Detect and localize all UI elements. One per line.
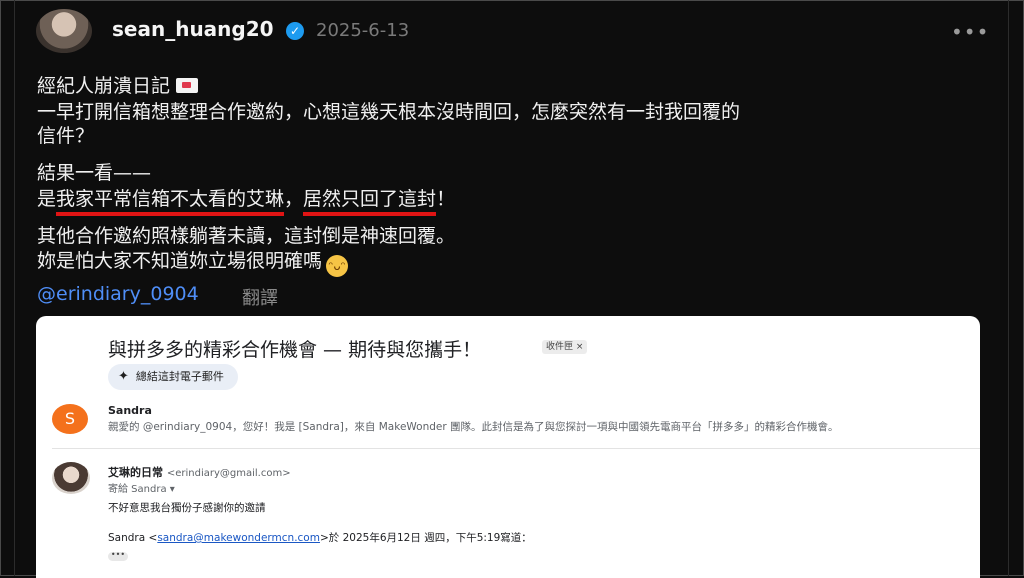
post-line-5-mid: ， (284, 188, 304, 210)
highlight-underline-2: 居然只回了這封 (303, 188, 437, 216)
translate-button[interactable]: 翻譯 (242, 284, 278, 310)
verified-check-icon: ✓ (286, 22, 304, 40)
more-horizontal-icon[interactable]: ••• (951, 20, 989, 44)
reply-recipient-dropdown[interactable]: 寄給 Sandra ▾ (108, 480, 175, 495)
email-screenshot: 與拼多多的精彩合作機會 — 期待與您攜手！ 收件匣 × ✦ 總結這封電子郵件 S … (36, 316, 980, 578)
reply-sender-address: <erindiary@gmail.com> (166, 468, 291, 479)
mention-link[interactable]: @erindiary_0904 (37, 283, 199, 305)
sender-avatar: S (52, 404, 88, 434)
post-date: 2025-6-13 (316, 20, 410, 41)
quote-name: Sandra < (108, 532, 158, 544)
quoted-header: Sandra <sandra@makewondermcn.com>於 2025年… (108, 530, 532, 545)
post-line-7: 妳是怕大家不知道妳立場很明確嗎 ᵔᴗᵔ (37, 246, 349, 277)
reply-sender-avatar (52, 462, 90, 494)
right-border (1008, 0, 1009, 576)
summarize-label: 總結這封電子郵件 (135, 370, 224, 383)
sparkle-icon: ✦ (118, 369, 129, 384)
quote-rest: >於 2025年6月12日 週四，下午5:19寫道： (319, 532, 532, 544)
first-message-sender: Sandra (108, 404, 152, 417)
post-line-2: 一早打開信箱想整理合作邀約，心想這幾天根本沒時間回，怎麼突然有一封我回覆的 (37, 101, 741, 123)
post-line-4: 結果一看—— (37, 162, 152, 184)
reply-sender-name: 艾琳的日常 (108, 466, 163, 479)
inbox-label-chip[interactable]: 收件匣 × (542, 340, 588, 354)
summarize-email-button[interactable]: ✦ 總結這封電子郵件 (108, 364, 238, 390)
post-line-1: 經紀人崩潰日記 (37, 71, 199, 98)
post-line-3: 信件？ (37, 125, 95, 147)
post-line-5: 是我家平常信箱不太看的艾琳，居然只回了這封！ (37, 184, 456, 216)
reply-sender: 艾琳的日常 <erindiary@gmail.com> (108, 464, 291, 480)
grinning-sweat-emoji-icon: ᵔᴗᵔ (326, 255, 349, 277)
show-trimmed-content-button[interactable]: ••• (108, 551, 128, 561)
highlight-underline-1: 我家平常信箱不太看的艾琳 (56, 188, 285, 216)
post-line-5-post: ！ (436, 188, 456, 210)
quote-email-link[interactable]: sandra@makewondermcn.com (157, 532, 320, 544)
first-message-snippet[interactable]: 親愛的 @erindiary_0904，您好！我是 [Sandra]，來自 Ma… (108, 419, 839, 434)
post-line-5-pre: 是 (37, 188, 57, 210)
email-subject: 與拼多多的精彩合作機會 — 期待與您攜手！ (108, 339, 482, 361)
message-divider (52, 448, 980, 449)
post-line-6: 其他合作邀約照樣躺著未讀，這封倒是神速回覆。 (37, 225, 456, 247)
post-line-7-text: 妳是怕大家不知道妳立場很明確嗎 (37, 250, 323, 272)
reply-body: 不好意思我台獨份子感謝你的邀請 (108, 502, 266, 514)
author-username[interactable]: sean_huang20 (112, 17, 274, 41)
left-border (14, 0, 15, 576)
author-avatar[interactable] (36, 9, 92, 53)
envelope-icon (176, 78, 199, 93)
post-line-1-text: 經紀人崩潰日記 (37, 75, 171, 97)
